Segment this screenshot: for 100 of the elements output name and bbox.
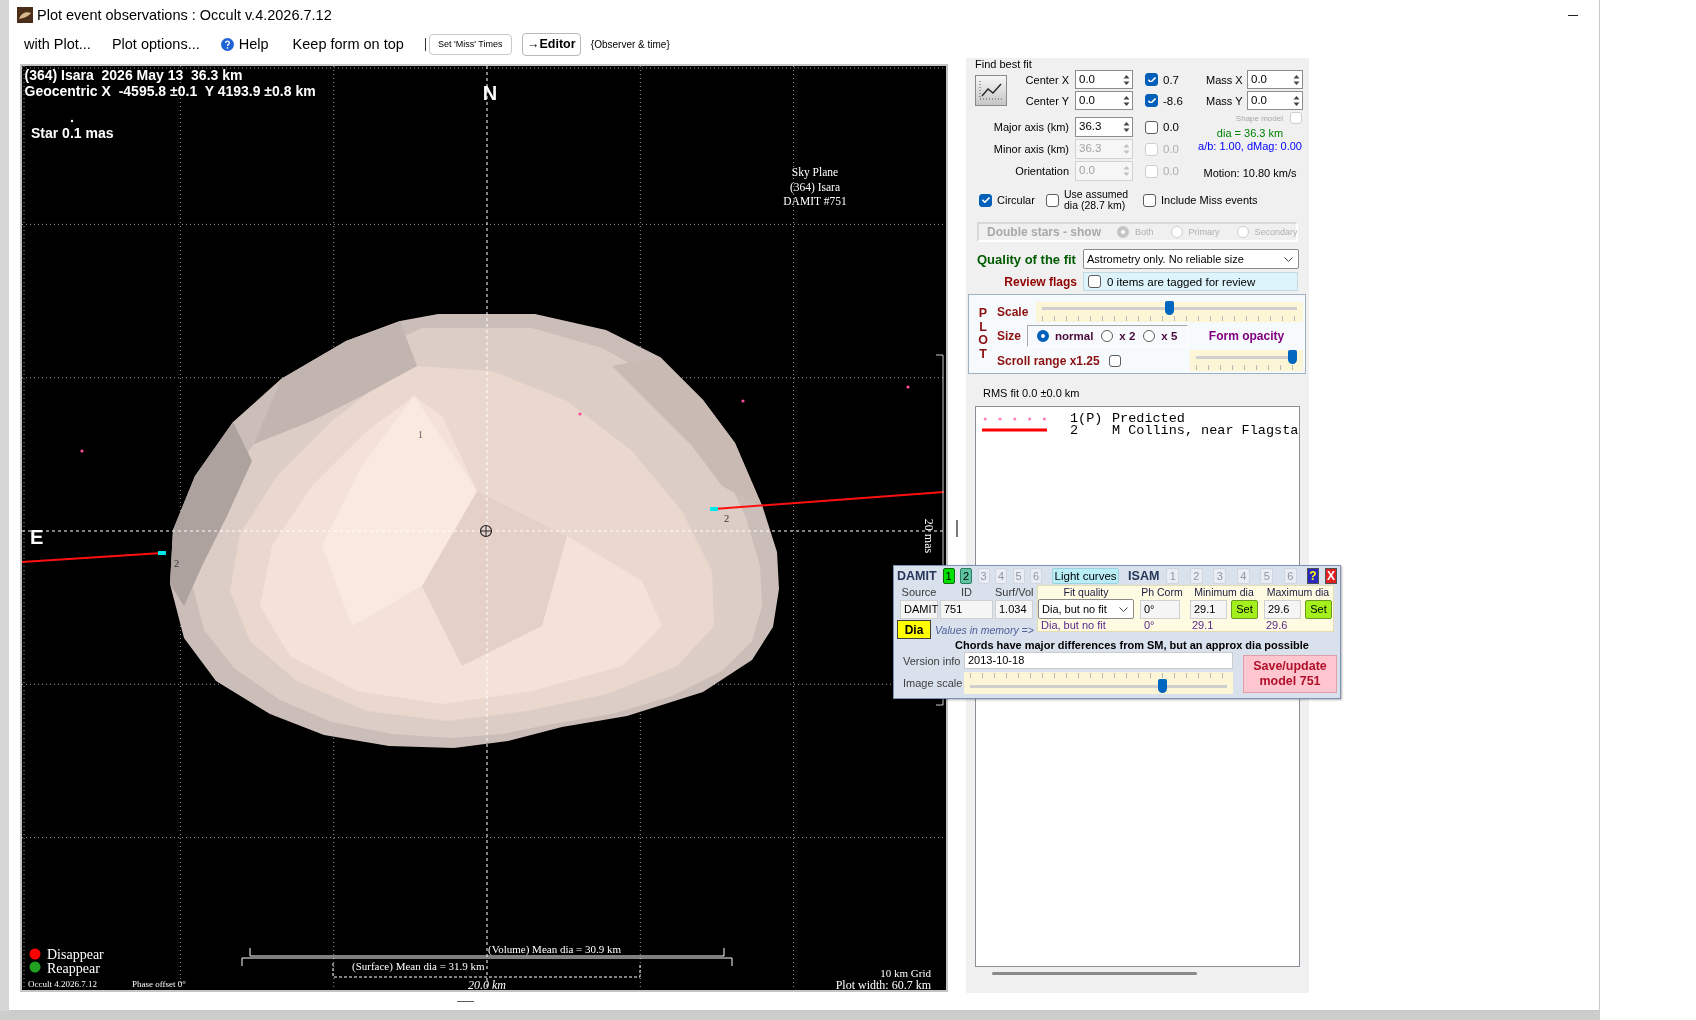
minimum-dia-field[interactable]: 29.1	[1190, 599, 1227, 619]
set-button[interactable]: Set	[1231, 599, 1258, 619]
parameter-label: Major axis (km)	[993, 121, 1069, 133]
scale-bar-label: 20.0 km	[468, 978, 506, 990]
checkbox[interactable]	[1145, 94, 1158, 107]
radio-button[interactable]	[1101, 330, 1114, 342]
grid-label: 10 km Grid	[880, 967, 931, 979]
column-label: Source	[900, 586, 938, 598]
horizontal-scrollbar[interactable]	[992, 972, 1197, 975]
editor-button[interactable]: →Editor	[521, 32, 581, 56]
number-field[interactable]: 0.0	[1247, 91, 1303, 110]
east-label: E	[30, 526, 44, 548]
chord-label: 2	[724, 513, 730, 524]
diameter-readout: dia = 36.3 km	[1215, 127, 1285, 140]
column-header: Ph Corm	[1140, 586, 1184, 599]
find-best-fit-button[interactable]	[975, 74, 1007, 106]
radio-label: normal	[1055, 330, 1094, 342]
legend-label: Disappear	[47, 947, 104, 962]
motion-readout: Motion: 10.80 km/s	[1202, 167, 1298, 180]
observer-id: 1(P)	[1070, 413, 1104, 425]
checkmark-icon	[1147, 76, 1156, 83]
quality-label: Quality of the fit	[977, 251, 1077, 267]
chevron-down-icon	[1284, 256, 1293, 262]
fit-quality-dropdown[interactable]: Dia, but no fit	[1038, 599, 1134, 619]
number-field[interactable]: 0.0	[1247, 70, 1303, 89]
observer-id: 2	[1070, 424, 1079, 436]
checkbox[interactable]	[979, 193, 992, 207]
light-curves-button[interactable]: Light curves	[1052, 567, 1120, 584]
parameter-label: Center X	[1025, 73, 1069, 86]
observer-time-label: {Observer & time}	[590, 38, 670, 50]
number-field[interactable]: 0.0	[1075, 91, 1133, 110]
toolbar-button[interactable]: Set 'Miss' Times	[428, 33, 512, 55]
slider-thumb[interactable]	[1165, 301, 1174, 315]
set-button[interactable]: Set	[1305, 599, 1332, 619]
memory-value: 29.6	[1265, 619, 1289, 631]
path-dot-icon	[741, 399, 745, 403]
sky-plane-label: Sky Plane	[791, 166, 839, 178]
geocentric-coordinates: Geocentric X -4595.8 ±0.1 Y 4193.9 ±0.8 km	[24, 82, 316, 99]
checkbox[interactable]	[1046, 193, 1059, 207]
review-flags-text: 0 items are tagged for review	[1107, 275, 1256, 288]
phase-offset-label: Phase offset 0°	[132, 979, 186, 989]
slider-thumb[interactable]	[1158, 679, 1168, 693]
volume-diameter-label: (Volume) Mean dia = 30.9 km	[488, 943, 622, 955]
column-header: Minimum dia	[1193, 586, 1255, 599]
quality-dropdown[interactable]: Astrometry only. No reliable size	[1083, 249, 1299, 269]
save-model-button[interactable]: Save/update model 751	[1243, 655, 1337, 693]
number-field[interactable]: 0.0	[1075, 70, 1133, 89]
help-button[interactable]: ?	[1307, 567, 1319, 584]
readonly-field: 751	[940, 600, 993, 619]
spin-arrows-icon[interactable]	[1123, 121, 1130, 133]
close-button[interactable]: X	[1325, 567, 1337, 584]
radio-label: Primary	[1188, 227, 1220, 237]
memory-value: 0°	[1143, 619, 1156, 631]
model-tab[interactable]: 1	[942, 567, 955, 584]
slider-thumb[interactable]	[1288, 350, 1297, 364]
version-info-field[interactable]: 2013-10-18	[964, 652, 1233, 669]
parameter-label: Minor axis (km)	[993, 143, 1069, 155]
chord-label: 2	[174, 558, 180, 569]
menu-item[interactable]: Keep form on top	[292, 33, 404, 55]
phase-correction-field[interactable]: 0°	[1140, 599, 1180, 619]
menu-item[interactable]: with Plot...	[24, 33, 91, 55]
memory-value: 29.1	[1191, 619, 1215, 631]
path-dot-icon	[906, 385, 910, 389]
star-size-label: Star 0.1 mas	[31, 124, 114, 141]
dia-button[interactable]: Dia	[897, 620, 931, 639]
model-tab[interactable]: 2	[960, 567, 973, 584]
spin-arrows-icon[interactable]	[1293, 95, 1300, 107]
checkbox[interactable]	[1145, 73, 1158, 86]
checkbox[interactable]	[1145, 120, 1158, 134]
scale-label: Scale	[997, 305, 1029, 319]
spin-arrows-icon[interactable]	[1123, 95, 1130, 107]
checkbox-label: Use assumed dia (28.7 km)	[1064, 189, 1130, 211]
path-dot-icon	[80, 449, 84, 453]
resize-handle-icon[interactable]	[457, 1001, 474, 1002]
menu-item[interactable]: Plot options...	[111, 33, 200, 55]
radio-button[interactable]	[1037, 330, 1049, 342]
parameter-label: Orientation	[1015, 165, 1069, 177]
checkbox[interactable]	[1088, 275, 1101, 288]
north-label: N	[482, 82, 498, 104]
star-dot-icon	[70, 119, 74, 123]
sky-plane-label: (364) Isara	[789, 180, 841, 193]
observer-name: M Collins, near Flagsta	[1112, 424, 1299, 436]
spin-arrows-icon[interactable]	[1293, 74, 1300, 86]
checkbox-label: Circular	[997, 194, 1035, 206]
spin-arrows-icon[interactable]	[1123, 74, 1130, 86]
splitter-handle-icon[interactable]	[956, 520, 958, 537]
line-chart-icon	[979, 80, 1003, 100]
double-stars-label: Double stars - show	[987, 225, 1102, 239]
maximum-dia-field[interactable]: 29.6	[1264, 599, 1301, 619]
chevron-down-icon	[1119, 606, 1128, 612]
event-marker-icon	[710, 507, 718, 511]
help-menu-item[interactable]: Help	[220, 33, 269, 55]
number-field[interactable]: 36.3	[1075, 117, 1133, 137]
checkbox[interactable]	[1108, 354, 1121, 367]
checkbox[interactable]	[1143, 193, 1156, 207]
minimize-icon	[1568, 14, 1578, 16]
memory-label: Values in memory =>	[935, 623, 1033, 636]
fit-value-label: 0.0	[1163, 165, 1179, 177]
readonly-field: DAMIT	[900, 600, 938, 619]
radio-button[interactable]	[1143, 330, 1156, 342]
